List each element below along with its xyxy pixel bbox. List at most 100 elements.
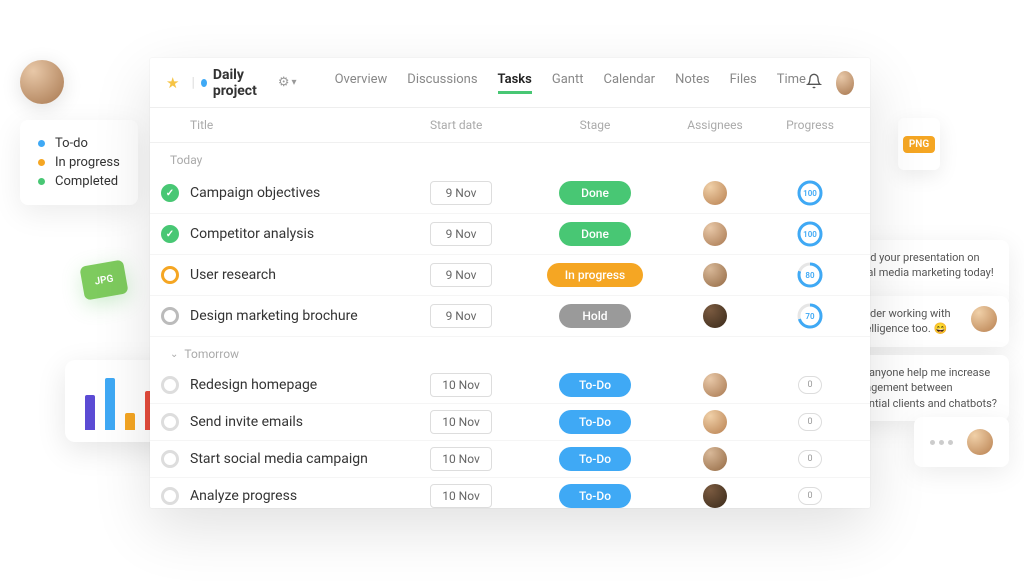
start-date[interactable]: 9 Nov (430, 222, 492, 246)
task-row[interactable]: User research9 Nov In progress 80 (150, 255, 870, 296)
stage-pill[interactable]: To-Do (559, 447, 631, 471)
group-title: Tomorrow (184, 347, 239, 361)
legend-item: In progress (38, 155, 120, 170)
start-date[interactable]: 10 Nov (430, 373, 492, 397)
stage-pill[interactable]: Hold (559, 304, 631, 328)
assignee-avatar[interactable] (703, 410, 727, 434)
assignee-avatar[interactable] (703, 373, 727, 397)
progress-zero: 0 (798, 450, 822, 468)
task-title[interactable]: User research (190, 267, 430, 283)
comment-avatar (971, 306, 997, 332)
nav-tabs: Overview Discussions Tasks Gantt Calendar Not… (335, 72, 806, 94)
current-user-avatar[interactable] (836, 71, 854, 95)
progress-ring: 70 (796, 302, 824, 330)
status-legend: To-do In progress Completed (20, 120, 138, 205)
task-list: TodayCampaign objectives9 NovDone100Comp… (150, 143, 870, 508)
progress-ring: 100 (796, 179, 824, 207)
tab-calendar[interactable]: Calendar (603, 72, 655, 94)
assignee-avatar[interactable] (703, 304, 727, 328)
stage-pill[interactable]: To-Do (559, 484, 631, 508)
chevron-down-icon[interactable]: ▾ (292, 77, 297, 88)
task-title[interactable]: Start social media campaign (190, 451, 430, 467)
assignee-avatar[interactable] (703, 447, 727, 471)
bell-icon[interactable] (806, 73, 822, 93)
task-row[interactable]: Campaign objectives9 Nov Done 100 (150, 173, 870, 214)
tab-overview[interactable]: Overview (335, 72, 388, 94)
start-date[interactable]: 9 Nov (430, 304, 492, 328)
jpg-badge: JPG (79, 259, 128, 300)
stage-pill[interactable]: To-Do (559, 373, 631, 397)
tab-notes[interactable]: Notes (675, 72, 710, 94)
chart-bar (85, 395, 95, 430)
status-circle[interactable] (161, 413, 179, 431)
tab-gantt[interactable]: Gantt (552, 72, 584, 94)
task-title[interactable]: Competitor analysis (190, 226, 430, 242)
start-date[interactable]: 10 Nov (430, 447, 492, 471)
task-title[interactable]: Analyze progress (190, 488, 430, 504)
jpg-label: JPG (94, 273, 114, 287)
status-circle[interactable] (161, 487, 179, 505)
task-row[interactable]: Analyze progress10 Nov To-Do 0 (150, 478, 870, 508)
comment-avatar (967, 429, 993, 455)
tab-files[interactable]: Files (730, 72, 757, 94)
progress-ring: 100 (796, 220, 824, 248)
tab-discussions[interactable]: Discussions (407, 72, 477, 94)
gear-icon[interactable]: ⚙ (278, 75, 290, 90)
progress-zero: 0 (798, 376, 822, 394)
start-date[interactable]: 9 Nov (430, 181, 492, 205)
column-headers: Title Start date Stage Assignees Progres… (150, 108, 870, 143)
col-stage: Stage (530, 118, 660, 132)
col-title: Title (190, 118, 430, 132)
status-circle[interactable] (161, 307, 179, 325)
project-color-dot (201, 79, 207, 87)
group-label[interactable]: ⌄ Tomorrow (150, 337, 870, 367)
task-row[interactable]: Design marketing brochure9 Nov Hold 70 (150, 296, 870, 337)
status-circle[interactable] (161, 376, 179, 394)
start-date[interactable]: 10 Nov (430, 410, 492, 434)
png-badge: PNG (898, 118, 940, 170)
assignee-avatar[interactable] (703, 263, 727, 287)
topbar: ★ | Daily project ⚙ ▾ Overview Discussion… (150, 58, 870, 108)
start-date[interactable]: 9 Nov (430, 263, 492, 287)
legend-dot-progress (38, 159, 45, 166)
progress-zero: 0 (798, 487, 822, 505)
task-title[interactable]: Design marketing brochure (190, 308, 430, 324)
task-title[interactable]: Redesign homepage (190, 377, 430, 393)
star-icon[interactable]: ★ (166, 74, 179, 92)
legend-label: To-do (55, 136, 88, 151)
status-circle[interactable] (161, 450, 179, 468)
group-label[interactable]: Today (150, 143, 870, 173)
app-window: ★ | Daily project ⚙ ▾ Overview Discussion… (150, 58, 870, 508)
project-title[interactable]: Daily project (213, 67, 272, 99)
chevron-down-icon: ⌄ (170, 349, 178, 360)
stage-pill[interactable]: To-Do (559, 410, 631, 434)
progress-ring: 80 (796, 261, 824, 289)
task-title[interactable]: Send invite emails (190, 414, 430, 430)
legend-dot-completed (38, 178, 45, 185)
assignee-avatar[interactable] (703, 484, 727, 508)
comment-typing (914, 417, 1009, 467)
floating-avatar (20, 60, 64, 104)
tab-time[interactable]: Time (777, 72, 806, 94)
chart-bar (125, 413, 135, 430)
divider: | (191, 75, 194, 91)
legend-item: To-do (38, 136, 120, 151)
start-date[interactable]: 10 Nov (430, 484, 492, 508)
status-circle[interactable] (161, 266, 179, 284)
progress-zero: 0 (798, 413, 822, 431)
stage-pill[interactable]: Done (559, 222, 631, 246)
status-circle[interactable] (161, 184, 179, 202)
assignee-avatar[interactable] (703, 181, 727, 205)
status-circle[interactable] (161, 225, 179, 243)
stage-pill[interactable]: In progress (547, 263, 643, 287)
task-row[interactable]: Send invite emails10 Nov To-Do 0 (150, 404, 870, 441)
chart-bar (105, 378, 115, 430)
assignee-avatar[interactable] (703, 222, 727, 246)
task-title[interactable]: Campaign objectives (190, 185, 430, 201)
legend-dot-todo (38, 140, 45, 147)
tab-tasks[interactable]: Tasks (498, 72, 532, 94)
task-row[interactable]: Competitor analysis9 Nov Done 100 (150, 214, 870, 255)
task-row[interactable]: Start social media campaign10 Nov To-Do 0 (150, 441, 870, 478)
stage-pill[interactable]: Done (559, 181, 631, 205)
task-row[interactable]: Redesign homepage10 Nov To-Do 0 (150, 367, 870, 404)
